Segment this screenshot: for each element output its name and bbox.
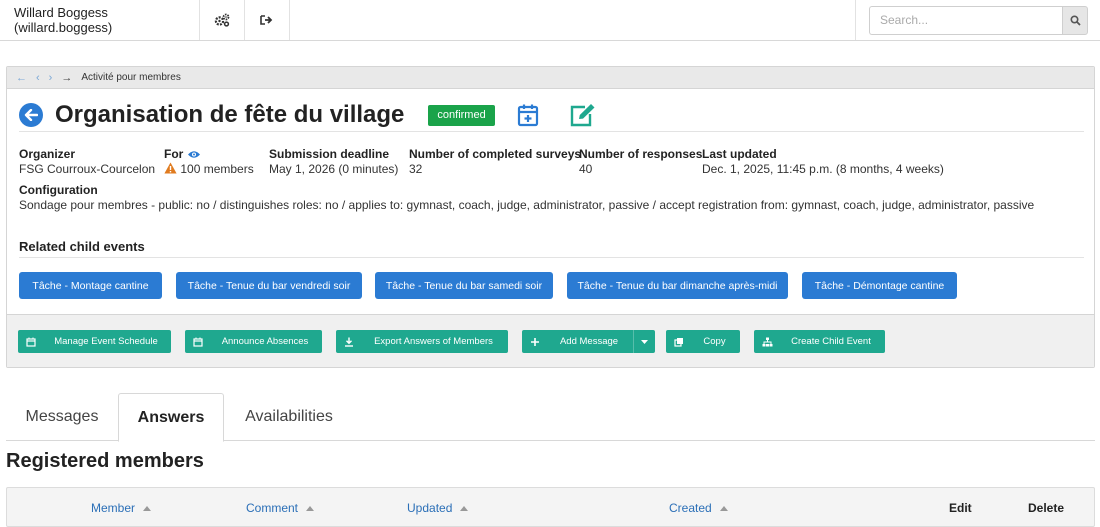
child-event-button[interactable]: Tâche - Tenue du bar vendredi soir: [176, 272, 362, 299]
calendar-icon: [21, 337, 41, 347]
event-header: Organisation de fête du village confirme…: [19, 97, 597, 133]
arrow-left-icon: [24, 109, 38, 121]
related-events-title: Related child events: [19, 239, 145, 254]
sign-out-icon: [260, 15, 273, 25]
table-header: Member Comment Updated Created Edit Dele…: [6, 487, 1095, 527]
edit-icon: [570, 104, 595, 127]
column-created[interactable]: Created: [669, 501, 728, 515]
action-toolbar: Manage Event Schedule Announce Absences …: [7, 314, 1094, 367]
configuration-info: Configuration Sondage pour membres - pub…: [19, 183, 1035, 212]
back-arrow-icon[interactable]: ←: [16, 72, 27, 84]
tab-answers[interactable]: Answers: [118, 393, 224, 442]
breadcrumb-current: Activité pour membres: [81, 72, 181, 83]
child-event-button[interactable]: Tâche - Tenue du bar dimanche après-midi: [567, 272, 788, 299]
child-event-button[interactable]: Tâche - Démontage cantine: [802, 272, 957, 299]
status-badge: confirmed: [428, 104, 495, 126]
breadcrumb: ← ‹ › → Activité pour membres: [7, 67, 1094, 89]
sort-icon: [306, 505, 315, 511]
child-event-button[interactable]: Tâche - Montage cantine: [19, 272, 162, 299]
export-answers-button[interactable]: Export Answers of Members: [336, 330, 508, 353]
page-title: Organisation de fête du village: [55, 101, 405, 128]
column-delete: Delete: [1028, 501, 1065, 515]
calendar-plus-icon: [517, 104, 538, 127]
search-icon: [1069, 14, 1081, 26]
create-child-event-button[interactable]: Create Child Event: [754, 330, 885, 353]
deadline-info: Submission deadline May 1, 2026 (0 minut…: [269, 147, 399, 176]
child-event-button[interactable]: Tâche - Tenue du bar samedi soir: [375, 272, 553, 299]
settings-button[interactable]: [200, 0, 245, 40]
event-panel: ← ‹ › → Activité pour membres Organisati…: [6, 66, 1095, 368]
section-title: Registered members: [6, 450, 204, 472]
column-updated[interactable]: Updated: [407, 501, 469, 515]
chevron-left-icon[interactable]: ‹: [36, 72, 40, 84]
manage-schedule-button[interactable]: Manage Event Schedule: [18, 330, 171, 353]
back-button[interactable]: [19, 103, 43, 127]
organizer-info: Organizer FSG Courroux-Courcelon: [19, 147, 156, 176]
copy-button[interactable]: Copy: [666, 330, 740, 353]
search-area: [855, 0, 1100, 40]
responses-info: Number of responses 40: [579, 147, 703, 176]
logout-button[interactable]: [245, 0, 290, 40]
arrow-right-icon: →: [61, 71, 73, 84]
eye-icon[interactable]: [187, 150, 201, 159]
user-menu[interactable]: Willard Boggess (willard.boggess): [0, 0, 200, 40]
copy-icon: [669, 337, 689, 347]
announce-absences-button[interactable]: Announce Absences: [185, 330, 322, 353]
tab-messages[interactable]: Messages: [6, 393, 118, 441]
sort-icon: [460, 505, 469, 511]
plus-icon: [525, 337, 545, 347]
gears-icon: [214, 13, 230, 27]
top-navbar: Willard Boggess (willard.boggess): [0, 0, 1100, 41]
column-comment[interactable]: Comment: [246, 501, 315, 515]
add-message-button[interactable]: Add Message: [522, 330, 655, 353]
column-member[interactable]: Member: [91, 501, 152, 515]
column-edit: Edit: [949, 501, 972, 515]
updated-info: Last updated Dec. 1, 2025, 11:45 p.m. (8…: [702, 147, 944, 176]
for-info: For 100 members: [164, 147, 254, 176]
search-button[interactable]: [1062, 5, 1088, 35]
tab-bar: Messages Answers Availabilities: [6, 393, 1095, 442]
warning-icon: [164, 162, 177, 174]
calendar-icon: [188, 337, 208, 347]
surveys-info: Number of completed surveys 32: [409, 147, 582, 176]
download-icon: [339, 337, 359, 347]
add-calendar-button[interactable]: [517, 103, 539, 127]
search-input[interactable]: [869, 5, 1062, 35]
edit-button[interactable]: [569, 103, 597, 127]
chevron-down-icon[interactable]: [633, 330, 655, 353]
sort-icon: [719, 505, 728, 511]
chevron-right-icon[interactable]: ›: [49, 72, 53, 84]
tab-availabilities[interactable]: Availabilities: [224, 393, 354, 441]
sort-icon: [143, 505, 152, 511]
sitemap-icon: [757, 337, 777, 347]
